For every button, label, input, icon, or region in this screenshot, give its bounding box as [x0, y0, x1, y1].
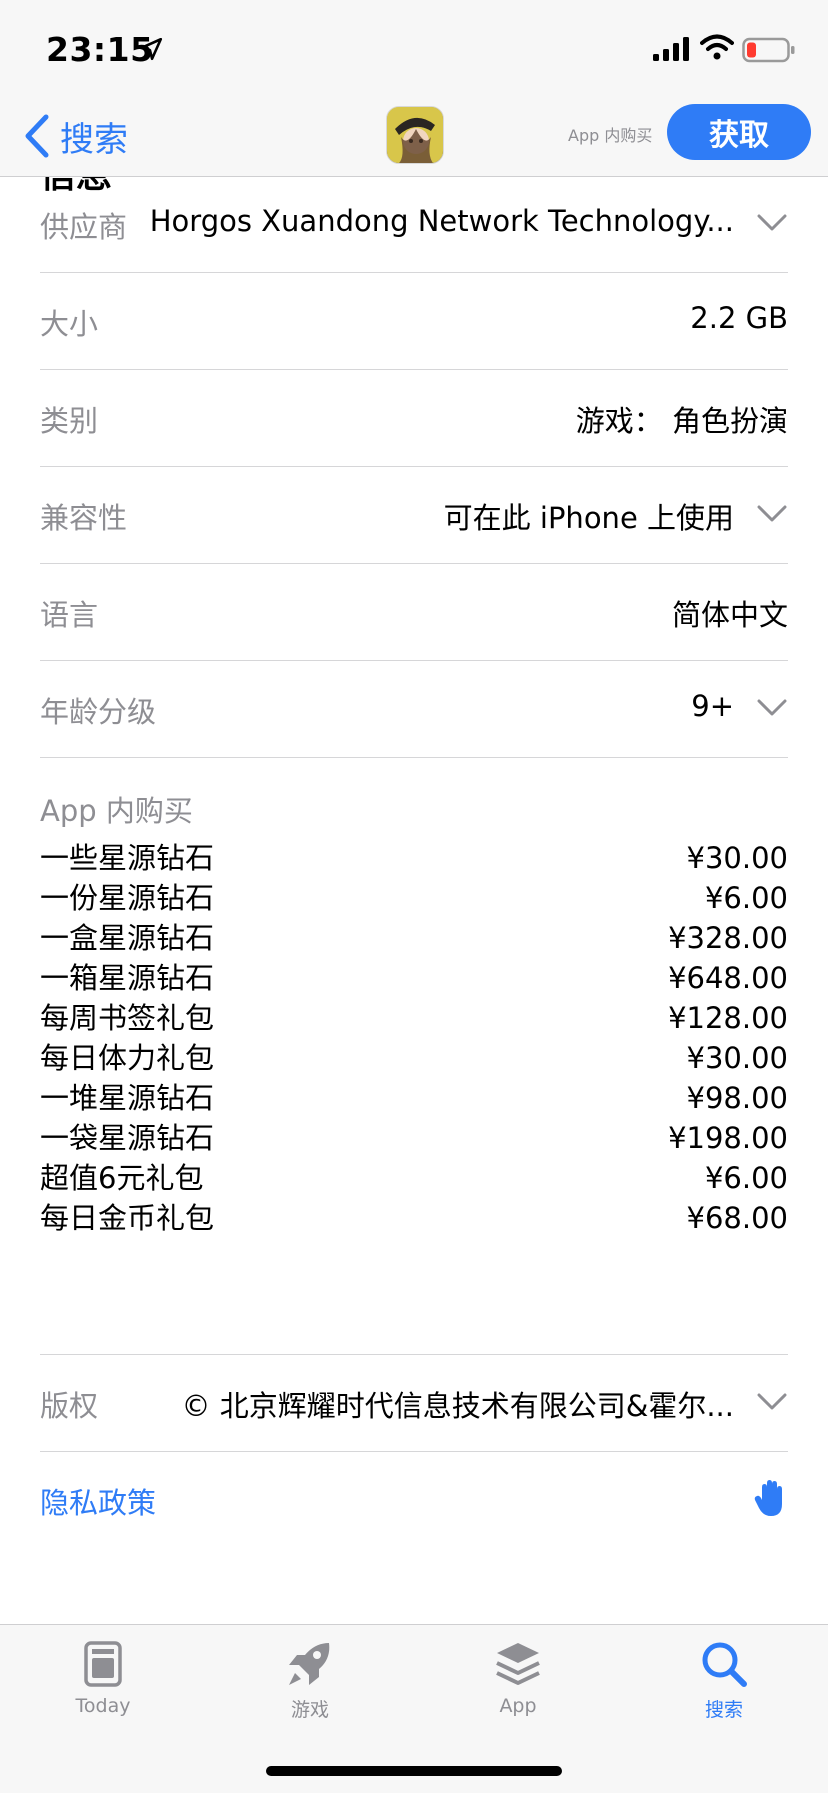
- info-row-privacy[interactable]: 隐私政策: [40, 1452, 788, 1548]
- back-label: 搜索: [60, 119, 128, 160]
- iap-price: ¥6.00: [704, 881, 788, 915]
- iap-name: 每日金币礼包: [40, 1201, 215, 1235]
- iap-item: 每日金币礼包 ¥68.00: [40, 1198, 788, 1238]
- iap-item: 一份星源钻石 ¥6.00: [40, 878, 788, 918]
- tab-games[interactable]: 游戏: [240, 1639, 380, 1722]
- tab-label: 游戏: [290, 1699, 329, 1721]
- anime-character-icon: [387, 107, 443, 163]
- iap-item: 每日体力礼包 ¥30.00: [40, 1038, 788, 1078]
- get-button[interactable]: 获取: [667, 104, 811, 160]
- search-icon: [702, 1642, 747, 1687]
- iap-item: 一堆星源钻石 ¥98.00: [40, 1078, 788, 1118]
- chevron-down-icon[interactable]: [756, 697, 788, 719]
- iap-price: ¥198.00: [668, 1121, 788, 1155]
- row-label: 大小: [40, 307, 99, 341]
- location-arrow-icon: [139, 37, 163, 61]
- row-label: 兼容性: [40, 501, 128, 535]
- back-button[interactable]: 搜索: [22, 106, 128, 166]
- info-row-size: 大小 2.2 GB: [40, 273, 788, 370]
- iap-name: 一份星源钻石: [40, 881, 215, 915]
- iap-price: ¥128.00: [668, 1001, 788, 1035]
- iap-item: 一盒星源钻石 ¥328.00: [40, 918, 788, 958]
- privacy-hand-icon: [754, 1480, 782, 1516]
- chevron-left-icon: [25, 114, 49, 158]
- iap-item: 每周书签礼包 ¥128.00: [40, 998, 788, 1038]
- home-indicator[interactable]: [266, 1766, 562, 1776]
- iap-price: ¥30.00: [686, 1041, 788, 1075]
- iap-price: ¥648.00: [668, 961, 788, 995]
- apps-stack-icon: [496, 1643, 540, 1685]
- row-value: 游戏： 角色扮演: [575, 404, 788, 438]
- top-bar: 23:15 搜索 App 内购买 获取: [0, 0, 828, 177]
- app-icon: [386, 106, 444, 164]
- iap-price: ¥328.00: [668, 921, 788, 955]
- rocket-icon: [289, 1643, 330, 1685]
- wifi-icon: [700, 34, 734, 60]
- row-value: 9+: [691, 689, 734, 723]
- row-label: 供应商: [40, 210, 128, 244]
- privacy-policy-link[interactable]: 隐私政策: [40, 1480, 156, 1522]
- tab-label: Today: [75, 1695, 131, 1717]
- chevron-down-icon[interactable]: [756, 212, 788, 234]
- tab-today[interactable]: Today: [33, 1639, 173, 1717]
- info-row-language: 语言 简体中文: [40, 564, 788, 661]
- today-icon: [84, 1641, 122, 1687]
- iap-price: ¥98.00: [686, 1081, 788, 1115]
- nav-bar: 搜索 App 内购买 获取: [0, 100, 828, 176]
- information-section: 供应商 Horgos Xuandong Network Technology..…: [40, 176, 788, 1548]
- iap-name: 每日体力礼包: [40, 1041, 215, 1075]
- info-row-compatibility[interactable]: 兼容性 可在此 iPhone 上使用: [40, 467, 788, 564]
- row-label: 类别: [40, 404, 99, 438]
- iap-name: 一箱星源钻石: [40, 961, 215, 995]
- info-row-provider[interactable]: 供应商 Horgos Xuandong Network Technology..…: [40, 176, 788, 273]
- iap-item: 超值6元礼包 ¥6.00: [40, 1158, 788, 1198]
- iap-name: 每周书签礼包: [40, 1001, 215, 1035]
- row-value: Horgos Xuandong Network Technology...: [149, 204, 734, 238]
- in-app-purchase-note: App 内购买: [568, 126, 653, 145]
- iap-price: ¥30.00: [686, 841, 788, 875]
- info-row-copyright[interactable]: 版权 © 北京辉耀时代信息技术有限公司&霍尔...: [40, 1355, 788, 1452]
- row-label: 语言: [40, 598, 99, 632]
- iap-name: 一盒星源钻石: [40, 921, 215, 955]
- row-value: © 北京辉耀时代信息技术有限公司&霍尔...: [181, 1389, 735, 1423]
- iap-item: 一些星源钻石 ¥30.00: [40, 838, 788, 878]
- cellular-signal-icon: [653, 37, 689, 61]
- row-label: 版权: [40, 1389, 99, 1423]
- chevron-down-icon[interactable]: [756, 1391, 788, 1413]
- iap-price: ¥68.00: [686, 1201, 788, 1235]
- iap-name: 一些星源钻石: [40, 841, 215, 875]
- info-row-age-rating[interactable]: 年龄分级 9+: [40, 661, 788, 758]
- tab-label: App: [499, 1695, 537, 1717]
- row-value: 可在此 iPhone 上使用: [443, 501, 734, 535]
- info-row-category: 类别 游戏： 角色扮演: [40, 370, 788, 467]
- iap-item: 一袋星源钻石 ¥198.00: [40, 1118, 788, 1158]
- iap-name: 一堆星源钻石: [40, 1081, 215, 1115]
- iap-title: App 内购买: [40, 794, 193, 828]
- battery-low-icon: [742, 37, 795, 63]
- status-bar: 23:15: [0, 0, 828, 100]
- iap-item: 一箱星源钻石 ¥648.00: [40, 958, 788, 998]
- row-value: 简体中文: [671, 598, 788, 632]
- row-value: 2.2 GB: [690, 301, 788, 335]
- iap-name: 一袋星源钻石: [40, 1121, 215, 1155]
- tab-label: 搜索: [704, 1699, 743, 1721]
- tab-apps[interactable]: App: [448, 1639, 588, 1717]
- iap-name: 超值6元礼包: [40, 1161, 204, 1195]
- iap-price: ¥6.00: [704, 1161, 788, 1195]
- tab-search[interactable]: 搜索: [654, 1639, 794, 1722]
- in-app-purchases-section: App 内购买 一些星源钻石 ¥30.00 一份星源钻石 ¥6.00 一盒星源钻石 ¥…: [40, 758, 788, 1355]
- chevron-down-icon[interactable]: [756, 503, 788, 525]
- row-label: 年龄分级: [40, 695, 157, 729]
